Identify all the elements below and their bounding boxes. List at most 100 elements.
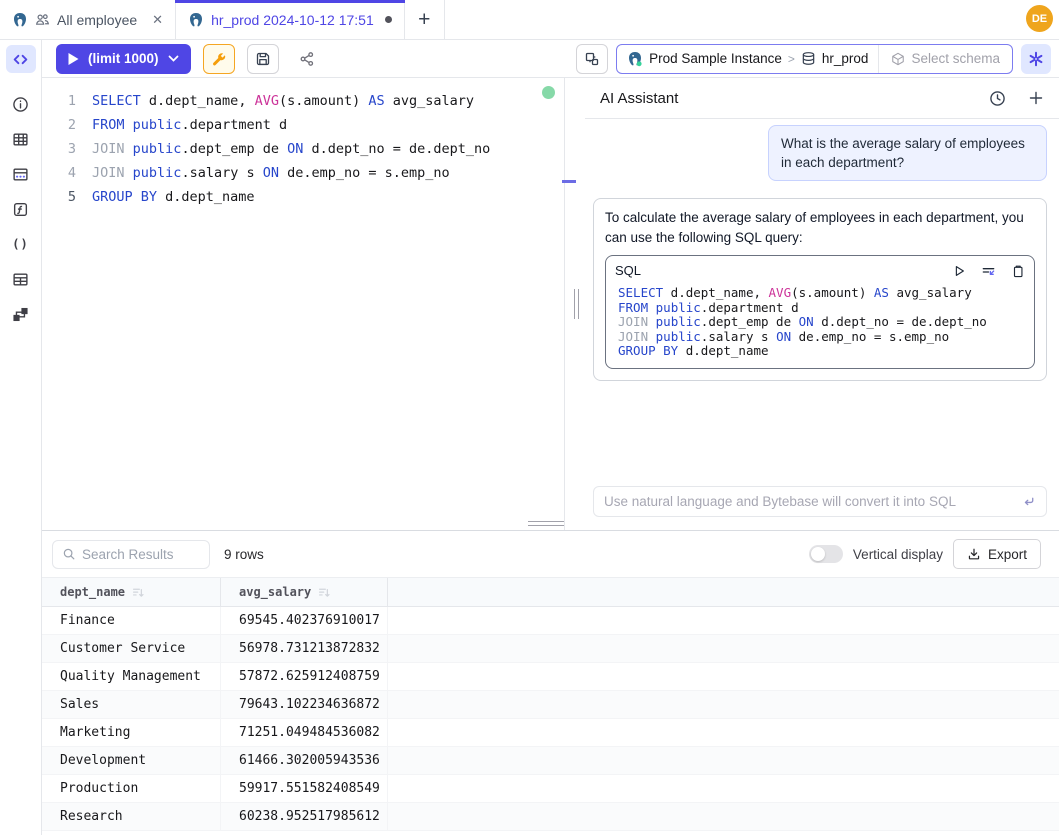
new-chat-plus-icon[interactable]	[1028, 90, 1044, 106]
editor-status-dot	[542, 86, 555, 99]
tab-label: hr_prod 2024-10-12 17:51	[211, 12, 374, 28]
cell-avg-salary[interactable]: 57872.625912408759	[221, 663, 388, 690]
table-row[interactable]: Quality Management57872.625912408759	[42, 663, 1059, 691]
ai-assistant-panel: AI Assistant What is the average salary …	[585, 78, 1059, 530]
vertical-display-toggle[interactable]	[809, 545, 843, 563]
line-code: JOIN public.dept_emp de ON d.dept_no = d…	[92, 137, 490, 161]
ai-assistant-toggle-button[interactable]	[1021, 44, 1051, 74]
connection-current[interactable]: Prod Sample Instance > hr_prod	[617, 51, 878, 67]
close-icon[interactable]: ✕	[152, 12, 163, 28]
cell-avg-salary[interactable]: 71251.049484536082	[221, 719, 388, 746]
save-icon	[255, 51, 271, 67]
tab-all-employee[interactable]: All employee ✕	[0, 0, 176, 39]
cell-avg-salary[interactable]: 79643.102234636872	[221, 691, 388, 718]
share-sheet-button[interactable]	[291, 44, 323, 74]
sidebar-item-worksheet[interactable]	[6, 45, 36, 73]
batch-query-button[interactable]	[576, 44, 608, 74]
code-block-language-label: SQL	[615, 261, 952, 281]
insert-snippet-icon[interactable]	[981, 264, 996, 279]
ai-prompt-input[interactable]: Use natural language and Bytebase will c…	[593, 486, 1047, 517]
download-icon	[967, 547, 981, 561]
table-row[interactable]: Production59917.551582408549	[42, 775, 1059, 803]
postgres-icon	[12, 12, 28, 28]
batch-query-icon	[584, 51, 600, 67]
new-tab-button[interactable]: +	[405, 0, 445, 39]
code-line: SELECT d.dept_name, AVG(s.amount) AS avg…	[618, 286, 1025, 301]
line-number: 4	[42, 161, 92, 185]
cell-filler	[388, 803, 1059, 830]
table-rows-icon	[12, 271, 29, 288]
sql-editor-app: All employee ✕ hr_prod 2024-10-12 17:51 …	[0, 0, 1059, 835]
cell-dept-name[interactable]: Finance	[42, 607, 221, 634]
cell-dept-name[interactable]: Sales	[42, 691, 221, 718]
table-row[interactable]: Development61466.302005943536	[42, 747, 1059, 775]
cell-dept-name[interactable]: Customer Service	[42, 635, 221, 662]
export-label: Export	[988, 547, 1027, 562]
cell-avg-salary[interactable]: 69545.402376910017	[221, 607, 388, 634]
cell-dept-name[interactable]: Research	[42, 803, 221, 830]
sort-icon[interactable]	[132, 586, 145, 599]
cell-filler	[388, 663, 1059, 690]
search-placeholder: Search Results	[82, 547, 174, 562]
save-sheet-button[interactable]	[247, 44, 279, 74]
table-row[interactable]: Research60238.952517985612	[42, 803, 1059, 831]
column-header-dept-name[interactable]: dept_name	[42, 578, 221, 606]
editor-line[interactable]: 2FROM public.department d	[42, 113, 564, 137]
sidebar-item-sample-data[interactable]	[6, 160, 36, 188]
editor-toolbar: (limit 1000) Prod Sample Instance > hr_p…	[42, 40, 1059, 78]
parentheses-icon: ()	[12, 237, 28, 251]
cell-dept-name[interactable]: Quality Management	[42, 663, 221, 690]
table-row[interactable]: Finance69545.402376910017	[42, 607, 1059, 635]
copy-snippet-icon[interactable]	[1011, 264, 1025, 278]
code-line: GROUP BY d.dept_name	[618, 344, 1025, 359]
horizontal-splitter-handle[interactable]	[528, 521, 564, 529]
ai-input-placeholder: Use natural language and Bytebase will c…	[604, 494, 1021, 509]
run-snippet-icon[interactable]	[952, 264, 966, 278]
unsaved-dot-icon	[385, 16, 392, 23]
run-query-button[interactable]: (limit 1000)	[56, 44, 191, 74]
cell-avg-salary[interactable]: 59917.551582408549	[221, 775, 388, 802]
search-icon	[62, 547, 76, 561]
cell-dept-name[interactable]: Development	[42, 747, 221, 774]
table-row[interactable]: Sales79643.102234636872	[42, 691, 1059, 719]
cell-dept-name[interactable]: Production	[42, 775, 221, 802]
line-number: 3	[42, 137, 92, 161]
cell-avg-salary[interactable]: 60238.952517985612	[221, 803, 388, 830]
sort-icon[interactable]	[318, 586, 331, 599]
cell-avg-salary[interactable]: 56978.731213872832	[221, 635, 388, 662]
schema-selector[interactable]: Select schema	[878, 45, 1012, 73]
cell-avg-salary[interactable]: 61466.302005943536	[221, 747, 388, 774]
editor-line[interactable]: 3JOIN public.dept_emp de ON d.dept_no = …	[42, 137, 564, 161]
history-clock-icon[interactable]	[989, 90, 1006, 107]
editor-code-lines[interactable]: 1SELECT d.dept_name, AVG(s.amount) AS av…	[42, 78, 564, 209]
table-row[interactable]: Customer Service56978.731213872832	[42, 635, 1059, 663]
vertical-splitter-handle[interactable]	[567, 78, 585, 530]
column-header-avg-salary[interactable]: avg_salary	[221, 578, 388, 606]
sidebar-item-functions[interactable]	[6, 195, 36, 223]
column-header-filler	[388, 578, 1059, 606]
run-limit-label: (limit 1000)	[88, 51, 159, 66]
table-row[interactable]: Marketing71251.049484536082	[42, 719, 1059, 747]
openai-icon	[1028, 51, 1044, 67]
export-button[interactable]: Export	[953, 539, 1041, 569]
sidebar-item-history-tables[interactable]	[6, 265, 36, 293]
sidebar-item-info[interactable]	[6, 90, 36, 118]
cell-dept-name[interactable]: Marketing	[42, 719, 221, 746]
avatar[interactable]: DE	[1026, 5, 1053, 32]
search-results-input[interactable]: Search Results	[52, 540, 210, 569]
editor-line[interactable]: 4JOIN public.salary s ON de.emp_no = s.e…	[42, 161, 564, 185]
line-number: 5	[42, 185, 92, 209]
connection-selector[interactable]: Prod Sample Instance > hr_prod Select sc…	[616, 44, 1013, 74]
sidebar-item-schema-diagram[interactable]	[6, 300, 36, 328]
vertical-display-label: Vertical display	[853, 547, 943, 562]
editor-line[interactable]: 1SELECT d.dept_name, AVG(s.amount) AS av…	[42, 89, 564, 113]
format-sql-button[interactable]	[203, 44, 235, 74]
share-icon	[299, 51, 315, 67]
sidebar-item-parameters[interactable]: ()	[6, 230, 36, 258]
send-return-icon[interactable]	[1021, 494, 1036, 509]
editor-line[interactable]: 5GROUP BY d.dept_name	[42, 185, 564, 209]
sql-editor[interactable]: 1SELECT d.dept_name, AVG(s.amount) AS av…	[42, 78, 565, 530]
assistant-sql-code: SELECT d.dept_name, AVG(s.amount) AS avg…	[615, 286, 1025, 359]
sidebar-item-tables[interactable]	[6, 125, 36, 153]
tab-hr-prod[interactable]: hr_prod 2024-10-12 17:51	[176, 0, 405, 39]
